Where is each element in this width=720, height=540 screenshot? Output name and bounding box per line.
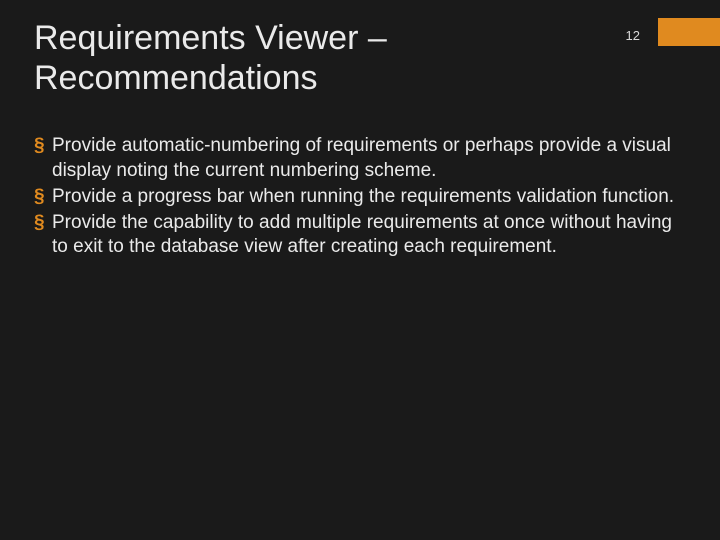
slide-title: Requirements Viewer – Recommendations bbox=[34, 18, 554, 98]
bullet-item: Provide the capability to add multiple r… bbox=[34, 211, 686, 260]
bullet-item: Provide a progress bar when running the … bbox=[34, 185, 686, 209]
bullet-text: Provide the capability to add multiple r… bbox=[52, 212, 672, 257]
bullet-item: Provide automatic-numbering of requireme… bbox=[34, 134, 686, 183]
slide: Requirements Viewer – Recommendations 12… bbox=[0, 0, 720, 540]
accent-block bbox=[658, 18, 720, 46]
bullet-text: Provide a progress bar when running the … bbox=[52, 186, 674, 207]
page-number-area: 12 bbox=[626, 18, 720, 46]
bullet-text: Provide automatic-numbering of requireme… bbox=[52, 135, 671, 180]
page-number: 12 bbox=[626, 28, 640, 43]
slide-header: Requirements Viewer – Recommendations bbox=[34, 18, 686, 98]
slide-content: Provide automatic-numbering of requireme… bbox=[34, 134, 686, 260]
